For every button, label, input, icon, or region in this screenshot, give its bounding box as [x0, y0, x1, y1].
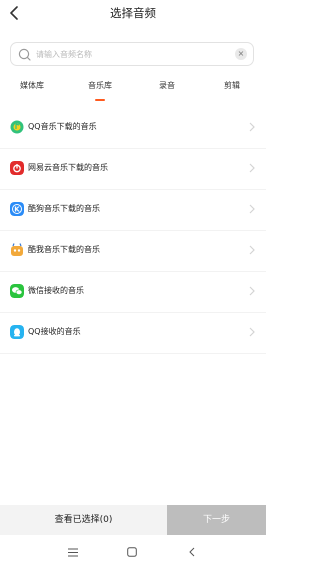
list-item-label: QQ音乐下载的音乐: [28, 122, 97, 131]
close-icon: ×: [237, 49, 245, 58]
header: 选择音频: [0, 0, 266, 28]
list-item-qq[interactable]: QQ接收的音乐: [0, 313, 266, 354]
tab-recording[interactable]: 录音: [159, 80, 175, 91]
select-audio-screen: 选择音频 × 媒体库 音乐库 录音 剪辑 QQ音乐下载的音乐: [0, 0, 266, 567]
chevron-right-icon: [249, 327, 255, 337]
system-nav-bar: [0, 537, 266, 567]
list-item-kugou-music[interactable]: K 酷狗音乐下载的音乐: [0, 190, 266, 231]
menu-icon: [68, 548, 78, 556]
list-item-label: QQ接收的音乐: [28, 327, 81, 336]
view-selected-button[interactable]: 查看已选择(0): [0, 505, 167, 535]
chevron-right-icon: [249, 286, 255, 296]
clear-search-button[interactable]: ×: [235, 48, 247, 60]
chevron-right-icon: [249, 163, 255, 173]
qq-icon: [10, 325, 24, 339]
kugou-music-icon: K: [10, 202, 24, 216]
tab-bar: 媒体库 音乐库 录音 剪辑: [0, 80, 266, 104]
chevron-right-icon: [249, 245, 255, 255]
svg-text:K: K: [14, 206, 20, 214]
chevron-right-icon: [249, 204, 255, 214]
qq-music-icon: [10, 120, 24, 134]
list-item-qq-music[interactable]: QQ音乐下载的音乐: [0, 108, 266, 149]
kuwo-music-icon: [11, 243, 23, 256]
page-title: 选择音频: [110, 6, 156, 20]
home-button[interactable]: [125, 545, 139, 559]
system-back-button[interactable]: [185, 545, 199, 559]
list-item-label: 酷我音乐下载的音乐: [28, 245, 100, 254]
search-input[interactable]: [36, 45, 226, 63]
list-item-label: 微信接收的音乐: [28, 286, 84, 295]
tab-media-library[interactable]: 媒体库: [20, 80, 44, 91]
list-item-label: 酷狗音乐下载的音乐: [28, 204, 100, 213]
wechat-icon: [10, 284, 24, 298]
menu-button[interactable]: [66, 545, 80, 559]
tab-music-library[interactable]: 音乐库: [88, 80, 112, 91]
bottom-action-bar: 查看已选择(0) 下一步: [0, 505, 266, 535]
list-item-kuwo-music[interactable]: 酷我音乐下载的音乐: [0, 231, 266, 272]
back-arrow-icon: [189, 547, 195, 557]
next-button[interactable]: 下一步: [167, 505, 266, 535]
list-item-label: 网易云音乐下载的音乐: [28, 163, 108, 172]
list-item-netease-music[interactable]: 网易云音乐下载的音乐: [0, 149, 266, 190]
search-icon: [18, 48, 31, 61]
list-item-wechat[interactable]: 微信接收的音乐: [0, 272, 266, 313]
netease-music-icon: [10, 161, 24, 175]
chevron-right-icon: [249, 122, 255, 132]
search-box[interactable]: ×: [10, 42, 254, 66]
tab-clip[interactable]: 剪辑: [224, 80, 240, 91]
home-icon: [127, 547, 137, 557]
active-tab-indicator: [95, 99, 105, 101]
